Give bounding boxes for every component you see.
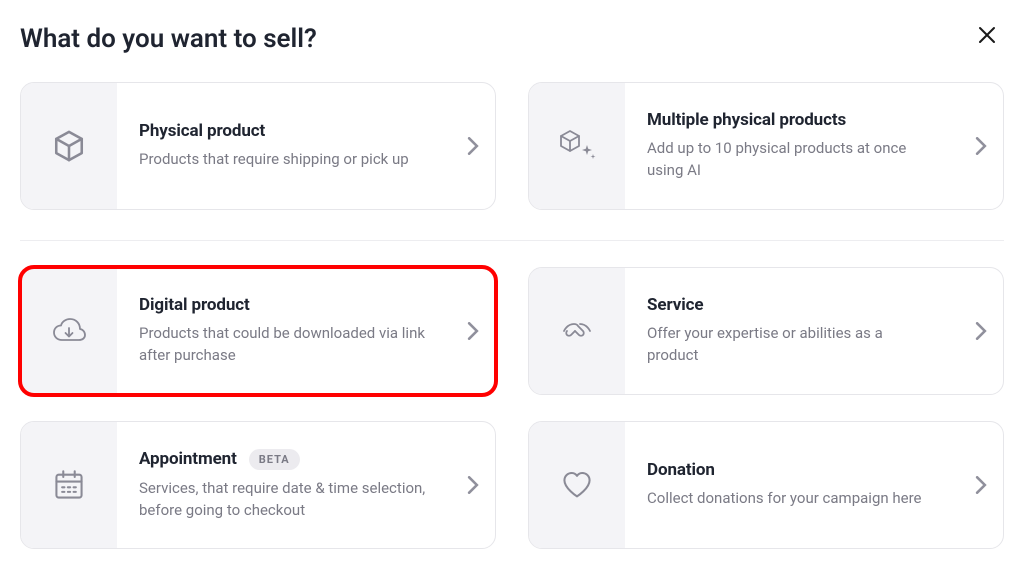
- handshake-icon: [529, 268, 625, 394]
- option-description: Services, that require date & time selec…: [139, 478, 429, 522]
- option-description: Offer your expertise or abilities as a p…: [647, 323, 937, 367]
- option-description: Products that require shipping or pick u…: [139, 149, 429, 171]
- option-title: Multiple physical products: [647, 110, 846, 130]
- options-grid: Physical product Products that require s…: [20, 82, 1004, 549]
- option-title: Appointment: [139, 449, 237, 469]
- chevron-right-icon: [451, 422, 495, 548]
- chevron-right-icon: [451, 268, 495, 394]
- heart-icon: [529, 422, 625, 548]
- close-icon: [978, 26, 996, 44]
- chevron-right-icon: [451, 83, 495, 209]
- option-title: Donation: [647, 460, 715, 480]
- box-icon: [21, 83, 117, 209]
- option-service[interactable]: Service Offer your expertise or abilitie…: [528, 267, 1004, 395]
- section-divider: [20, 240, 1004, 241]
- option-digital-product[interactable]: Digital product Products that could be d…: [20, 267, 496, 395]
- option-multiple-physical-products[interactable]: Multiple physical products Add up to 10 …: [528, 82, 1004, 210]
- option-title: Physical product: [139, 121, 265, 141]
- box-sparkle-icon: [529, 83, 625, 209]
- close-button[interactable]: [970, 24, 1004, 51]
- chevron-right-icon: [959, 83, 1003, 209]
- chevron-right-icon: [959, 422, 1003, 548]
- option-physical-product[interactable]: Physical product Products that require s…: [20, 82, 496, 210]
- option-description: Add up to 10 physical products at once u…: [647, 138, 937, 182]
- option-donation[interactable]: Donation Collect donations for your camp…: [528, 421, 1004, 549]
- beta-badge: BETA: [249, 449, 300, 470]
- option-appointment[interactable]: Appointment BETA Services, that require …: [20, 421, 496, 549]
- option-description: Collect donations for your campaign here: [647, 488, 937, 510]
- chevron-right-icon: [959, 268, 1003, 394]
- option-description: Products that could be downloaded via li…: [139, 323, 429, 367]
- option-title: Digital product: [139, 295, 250, 315]
- cloud-download-icon: [21, 268, 117, 394]
- page-title: What do you want to sell?: [20, 24, 317, 54]
- option-title: Service: [647, 295, 703, 315]
- calendar-icon: [21, 422, 117, 548]
